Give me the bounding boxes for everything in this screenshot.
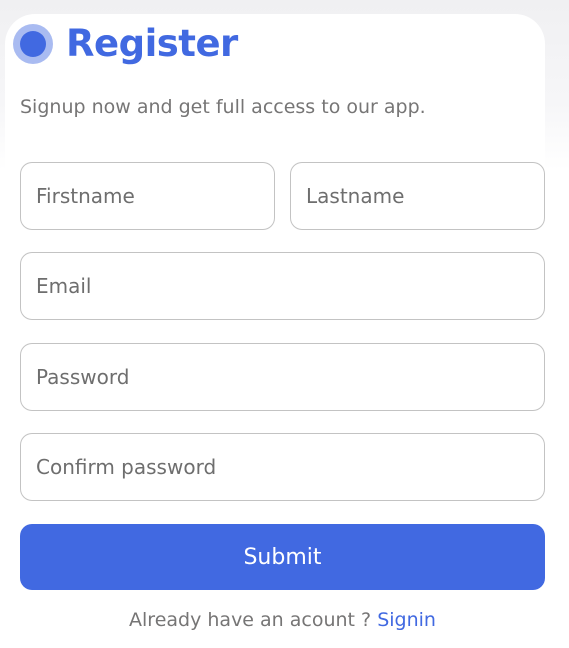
password-field[interactable] <box>20 343 545 411</box>
dot-core <box>20 31 46 57</box>
submit-button[interactable]: Submit <box>20 524 545 590</box>
firstname-input[interactable] <box>36 163 274 229</box>
signin-prompt: Already have an acount ? Signin <box>20 606 545 634</box>
form-subtitle: Signup now and get full access to our ap… <box>20 96 426 118</box>
password-input[interactable] <box>36 344 544 410</box>
register-form: Register Signup now and get full access … <box>0 0 569 648</box>
lastname-field[interactable] <box>290 162 545 230</box>
form-header: Register <box>12 22 238 66</box>
confirm-password-field[interactable] <box>20 433 545 501</box>
signin-link[interactable]: Signin <box>377 609 436 631</box>
firstname-field[interactable] <box>20 162 275 230</box>
pulsing-dot-icon <box>12 23 54 65</box>
email-field[interactable] <box>20 252 545 320</box>
signin-prompt-text: Already have an acount ? <box>129 609 378 631</box>
lastname-input[interactable] <box>306 163 544 229</box>
confirm-password-input[interactable] <box>36 434 544 500</box>
form-title: Register <box>66 22 238 65</box>
email-input[interactable] <box>36 253 544 319</box>
